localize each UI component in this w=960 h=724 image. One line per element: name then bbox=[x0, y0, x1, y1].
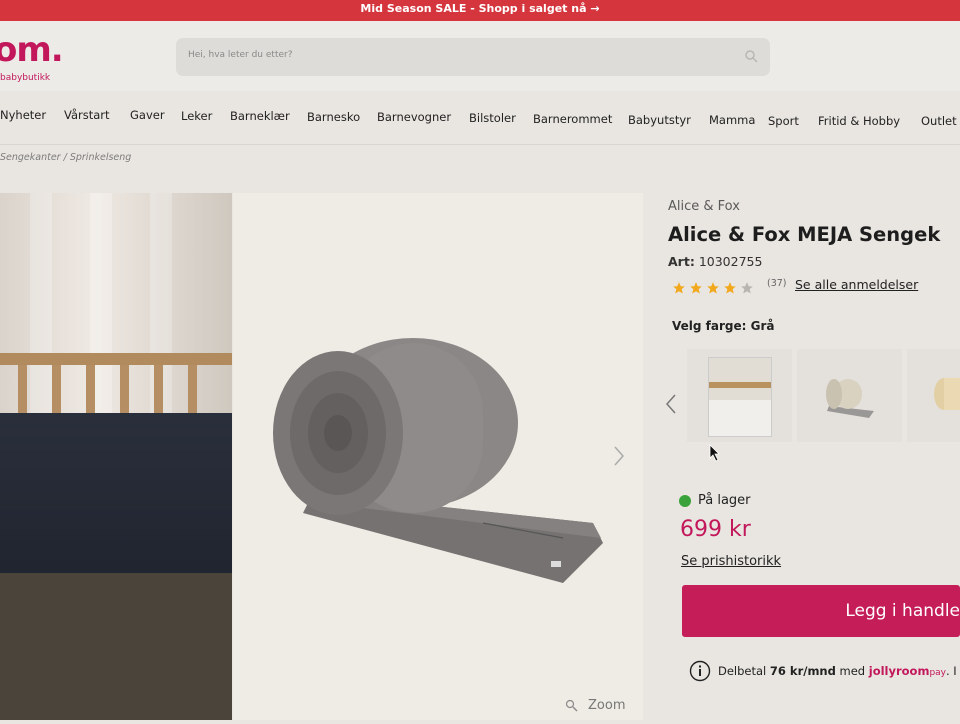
review-count: (37) bbox=[767, 278, 787, 289]
thumbnail-crib-rail bbox=[709, 382, 771, 388]
star-icon bbox=[724, 281, 736, 294]
stock-status-icon bbox=[679, 495, 691, 507]
crib-bar bbox=[120, 365, 129, 415]
nav-item-varstart[interactable]: Vårstart bbox=[64, 108, 110, 122]
see-reviews-link[interactable]: Se alle anmeldelser bbox=[795, 277, 918, 292]
color-thumbnail-2[interactable] bbox=[797, 349, 902, 442]
thumbnails-prev-icon[interactable] bbox=[664, 393, 678, 415]
nav-item-outlet[interactable]: Outlet bbox=[921, 114, 957, 128]
info-icon[interactable] bbox=[689, 660, 711, 682]
stock-status: På lager bbox=[698, 493, 751, 508]
search-input[interactable]: Hei, hva leter du etter? bbox=[176, 38, 770, 76]
installment-brand-suffix: pay bbox=[929, 668, 946, 678]
color-thumbnail-1[interactable] bbox=[687, 349, 792, 442]
star-icon bbox=[707, 281, 719, 294]
zoom-button[interactable]: Zoom bbox=[588, 698, 625, 713]
article-value: 10302755 bbox=[698, 254, 763, 269]
crib-bar bbox=[188, 365, 197, 415]
thumbnail-roll-beige bbox=[934, 378, 960, 410]
installment-info: Delbetal 76 kr/mnd med jollyroompay. I 3… bbox=[718, 664, 960, 678]
nav-item-barneklaer[interactable]: Barneklær bbox=[230, 109, 290, 123]
rating-stars[interactable] bbox=[672, 277, 757, 294]
nav-item-bilstoler[interactable]: Bilstoler bbox=[469, 111, 516, 125]
installment-mid: med bbox=[839, 664, 866, 678]
installment-brand: jollyroompay bbox=[869, 664, 946, 678]
nav-item-barnerommet[interactable]: Barnerommet bbox=[533, 112, 612, 126]
crib-bar bbox=[52, 365, 61, 415]
crib-quilt bbox=[0, 573, 232, 720]
mouse-cursor-icon bbox=[709, 444, 720, 462]
search-placeholder: Hei, hva leter du etter? bbox=[188, 50, 293, 60]
site-header: om. babybutikk Hei, hva leter du etter? bbox=[0, 21, 960, 91]
article-label: Art: bbox=[668, 254, 695, 269]
article-number: Art: 10302755 bbox=[668, 254, 762, 269]
product-price: 699 kr bbox=[680, 517, 751, 542]
nav-item-leker[interactable]: Leker bbox=[181, 109, 212, 123]
star-icon bbox=[673, 281, 685, 294]
logo-subtitle: babybutikk bbox=[0, 73, 51, 83]
crib-rail bbox=[0, 353, 232, 365]
installment-suffix: . I 36 må bbox=[946, 664, 960, 678]
nav-item-babyutstyr[interactable]: Babyutstyr bbox=[628, 113, 691, 127]
rolled-bumper-illustration bbox=[273, 338, 603, 583]
zoom-icon[interactable] bbox=[565, 699, 578, 712]
add-to-cart-button[interactable]: Legg i handle bbox=[682, 585, 960, 637]
star-icon bbox=[741, 281, 753, 294]
installment-amount: 76 kr/mnd bbox=[769, 664, 836, 678]
thumbnail-image bbox=[708, 357, 772, 437]
product-brand[interactable]: Alice & Fox bbox=[668, 199, 740, 214]
breadcrumb-item-sprinkelseng[interactable]: Sprinkelseng bbox=[70, 152, 131, 163]
breadcrumb: Sengekanter / Sprinkelseng bbox=[0, 152, 131, 163]
breadcrumb-item-sengekanter[interactable]: Sengekanter / bbox=[0, 152, 67, 163]
nav-item-sport[interactable]: Sport bbox=[768, 114, 799, 128]
nav-item-barnevogner[interactable]: Barnevogner bbox=[377, 110, 451, 124]
product-title: Alice & Fox MEJA Sengek bbox=[668, 223, 941, 246]
crib-bar bbox=[154, 365, 163, 415]
nav-item-nyheter[interactable]: Nyheter bbox=[0, 108, 46, 122]
price-history-link[interactable]: Se prishistorikk bbox=[681, 554, 781, 569]
color-selector-label: Velg farge: Grå bbox=[672, 319, 775, 333]
search-icon[interactable] bbox=[744, 49, 758, 63]
thumbnail-roll-grey bbox=[826, 379, 874, 418]
nav-item-fritid-hobby[interactable]: Fritid & Hobby bbox=[818, 114, 900, 128]
thumbnail-bumper bbox=[709, 400, 771, 436]
nav-item-barnesko[interactable]: Barnesko bbox=[307, 110, 360, 124]
crib-bar bbox=[18, 365, 27, 415]
color-thumbnail-3[interactable] bbox=[907, 349, 960, 442]
main-nav: Nyheter Vårstart Gaver Leker Barneklær B… bbox=[0, 100, 960, 134]
installment-prefix: Delbetal bbox=[718, 664, 767, 678]
star-icon bbox=[690, 281, 702, 294]
product-image-main[interactable] bbox=[233, 193, 643, 720]
nav-divider bbox=[0, 144, 960, 145]
add-to-cart-label: Legg i handle bbox=[845, 601, 960, 621]
gallery-next-icon[interactable] bbox=[612, 444, 626, 468]
product-image-lifestyle[interactable] bbox=[0, 193, 232, 720]
installment-brand-name: jollyroom bbox=[868, 664, 930, 678]
nav-item-mamma[interactable]: Mamma bbox=[709, 113, 755, 127]
nav-item-gaver[interactable]: Gaver bbox=[130, 108, 165, 122]
promo-banner[interactable]: Mid Season SALE - Shopp i salget nå → bbox=[0, 0, 960, 21]
crib-bar bbox=[86, 365, 95, 415]
logo[interactable]: om. bbox=[0, 33, 64, 67]
